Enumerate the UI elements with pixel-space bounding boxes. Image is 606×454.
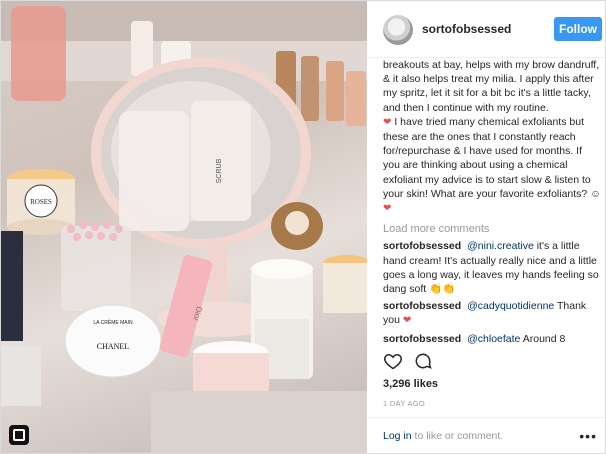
- comment-item: sortofobsessed @chloefate Around 8: [383, 332, 601, 346]
- comment-text: Around 8: [522, 332, 566, 345]
- comment-list[interactable]: breakouts at bay, helps with my brow dan…: [383, 58, 601, 350]
- diptyque-label: ROSES: [30, 198, 52, 206]
- comment-mention[interactable]: @chloefate: [467, 333, 520, 345]
- chanel-label: CHANEL: [97, 342, 130, 351]
- hands-emoji-icon: 👏👏: [429, 283, 456, 296]
- likes-count[interactable]: 3,296 likes: [383, 378, 438, 390]
- comment-username[interactable]: sortofobsessed: [383, 240, 461, 252]
- load-more-comments[interactable]: Load more comments: [383, 222, 601, 236]
- username-link[interactable]: sortofobsessed: [422, 22, 511, 36]
- post-photo[interactable]: ROSES SCRUB LA CRÈME MAIN CHANEL Dior: [1, 1, 367, 453]
- mirror-product-label: SCRUB: [216, 158, 223, 183]
- timestamp: 1 DAY AGO: [383, 399, 426, 408]
- heart-emoji-icon: ❤: [383, 203, 392, 215]
- vanity-illustration: ROSES SCRUB LA CRÈME MAIN CHANEL Dior: [1, 1, 367, 453]
- avatar[interactable]: [383, 15, 413, 45]
- instagram-post: ROSES SCRUB LA CRÈME MAIN CHANEL Dior so…: [0, 0, 606, 454]
- action-bar: [383, 351, 601, 373]
- comment-username[interactable]: sortofobsessed: [383, 333, 461, 345]
- caption-part-2: I have tried many chemical exfoliants bu…: [383, 115, 591, 200]
- chanel-sub-label: LA CRÈME MAIN: [93, 319, 133, 326]
- comment-item: sortofobsessed @cadyquotidienne Thank yo…: [383, 299, 601, 328]
- more-options-icon[interactable]: •••: [579, 428, 597, 444]
- comment-mention[interactable]: @cadyquotidienne: [467, 300, 554, 312]
- post-sidebar: sortofobsessed Follow breakouts at bay, …: [367, 1, 605, 453]
- login-link[interactable]: Log in: [383, 430, 412, 442]
- instagram-icon: [9, 425, 29, 445]
- post-header: sortofobsessed Follow: [367, 1, 605, 58]
- caption-part-1: breakouts at bay, helps with my brow dan…: [383, 59, 600, 114]
- comment-item: sortofobsessed @nini.creative it's a lit…: [383, 239, 601, 296]
- heart-emoji-icon: ❤: [383, 116, 392, 128]
- login-rest-text: to like or comment.: [414, 430, 504, 442]
- comment-mention[interactable]: @nini.creative: [467, 240, 534, 252]
- comment-username[interactable]: sortofobsessed: [383, 300, 461, 312]
- emoji-icon: ☺: [590, 187, 601, 200]
- heart-icon[interactable]: [383, 351, 403, 371]
- caption-text: breakouts at bay, helps with my brow dan…: [383, 58, 601, 216]
- comment-login-bar: Log in to like or comment. •••: [367, 417, 605, 454]
- heart-emoji-icon: ❤: [402, 315, 412, 327]
- login-prompt: Log in to like or comment.: [383, 430, 503, 442]
- follow-button[interactable]: Follow: [554, 17, 602, 41]
- comment-icon[interactable]: [413, 351, 433, 371]
